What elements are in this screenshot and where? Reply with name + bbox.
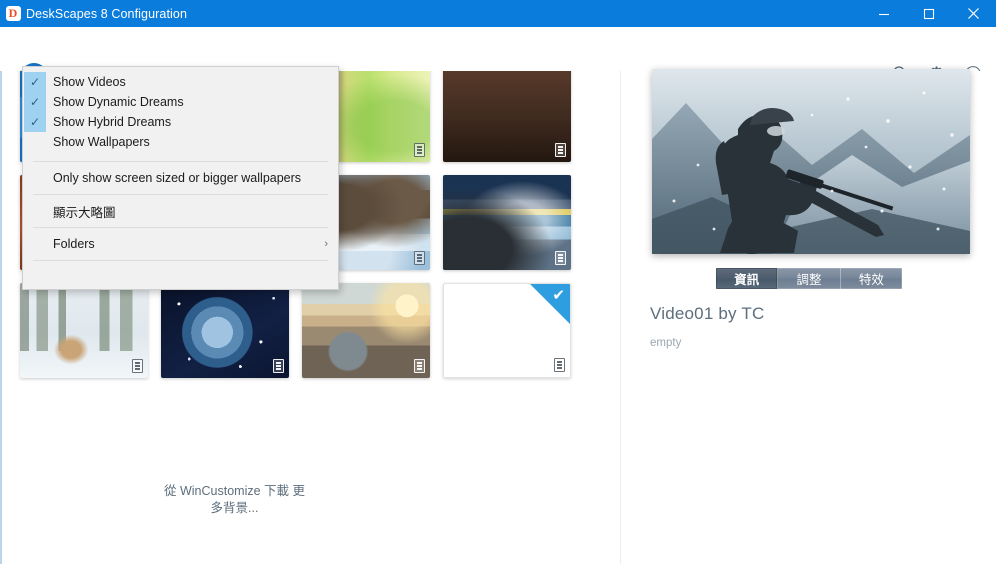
preview-tabs: 資訊 調整 特效 <box>716 268 902 289</box>
menu-item-show-dynamic-dreams[interactable]: ✓ Show Dynamic Dreams <box>23 92 338 112</box>
toolbar: ? <box>0 27 996 91</box>
video-title: Video01 by TC <box>650 304 765 323</box>
tab-info[interactable]: 資訊 <box>716 268 779 289</box>
tab-adjust[interactable]: 調整 <box>778 268 841 289</box>
thumb-wood-dark[interactable] <box>443 71 571 162</box>
menu-item-label: Folders <box>53 237 95 251</box>
thumb-planet-space[interactable] <box>161 283 289 378</box>
thumb-crystal-ball-sunset[interactable] <box>302 283 430 378</box>
download-more-line1: 從 WinCustomize 下載 更多背景... <box>164 484 305 515</box>
menu-item-show-thumbnails[interactable]: 顯示大略圖 <box>23 201 338 221</box>
film-icon <box>273 359 284 373</box>
check-icon: ✓ <box>24 92 46 112</box>
menu-item-label: Only show screen sized or bigger wallpap… <box>53 171 302 185</box>
thumb-snow-forest-tiger[interactable] <box>20 283 148 378</box>
window-title: DeskScapes 8 Configuration <box>26 6 188 21</box>
film-icon <box>555 251 566 265</box>
chevron-right-icon: › <box>324 238 328 250</box>
app-icon: D <box>0 0 26 27</box>
preview-pane: 資訊 調整 特效 Video01 by TC empty <box>621 69 996 564</box>
filter-dropdown-menu: ✓ Show Videos ✓ Show Dynamic Dreams ✓ Sh… <box>22 66 339 290</box>
check-icon: ✔ <box>552 287 565 304</box>
download-more-label[interactable]: 從 WinCustomize 下載 更多背景... <box>162 483 307 517</box>
check-icon: ✓ <box>24 72 46 92</box>
maximize-button[interactable] <box>906 0 951 27</box>
close-icon <box>968 8 979 19</box>
menu-item-folders[interactable]: Folders › <box>23 234 338 254</box>
video-description: empty <box>650 337 682 349</box>
film-icon <box>555 143 566 157</box>
deskscapes-logo-icon: D <box>5 6 21 21</box>
maximize-icon <box>923 8 934 19</box>
menu-item-label: Show Hybrid Dreams <box>53 115 172 129</box>
menu-item-show-videos[interactable]: ✓ Show Videos <box>23 72 338 92</box>
menu-item-download-more[interactable] <box>23 267 338 287</box>
thumb-stormy-sea-sunset[interactable] <box>443 175 571 270</box>
film-icon <box>414 359 425 373</box>
download-more-tile[interactable]: ✔ <box>443 283 571 378</box>
menu-item-show-hybrid-dreams[interactable]: ✓ Show Hybrid Dreams <box>23 112 338 132</box>
film-icon <box>414 251 425 265</box>
menu-separator <box>33 227 328 228</box>
menu-item-only-screen-sized[interactable]: Only show screen sized or bigger wallpap… <box>23 168 338 188</box>
title-bar: D DeskScapes 8 Configuration <box>0 0 996 27</box>
close-button[interactable] <box>951 0 996 27</box>
film-icon <box>132 359 143 373</box>
menu-item-label: 顯示大略圖 <box>53 205 116 220</box>
film-icon <box>414 143 425 157</box>
menu-separator <box>33 161 328 162</box>
menu-separator <box>33 260 328 261</box>
film-icon <box>554 358 565 372</box>
minimize-button[interactable] <box>861 0 906 27</box>
window-controls <box>861 0 996 27</box>
menu-item-label: Show Videos <box>53 75 126 89</box>
menu-separator <box>33 194 328 195</box>
soldier-sniper-snow-preview[interactable] <box>652 69 970 254</box>
tab-effects[interactable]: 特效 <box>841 268 902 289</box>
minimize-icon <box>878 13 889 15</box>
deskscapes-window: D DeskScapes 8 Configuration ✔ 從 WinCust… <box>0 0 996 564</box>
menu-item-show-wallpapers[interactable]: Show Wallpapers <box>23 132 338 152</box>
check-icon: ✓ <box>24 112 46 132</box>
menu-item-label: Show Dynamic Dreams <box>53 95 184 109</box>
menu-item-label: Show Wallpapers <box>53 135 150 149</box>
